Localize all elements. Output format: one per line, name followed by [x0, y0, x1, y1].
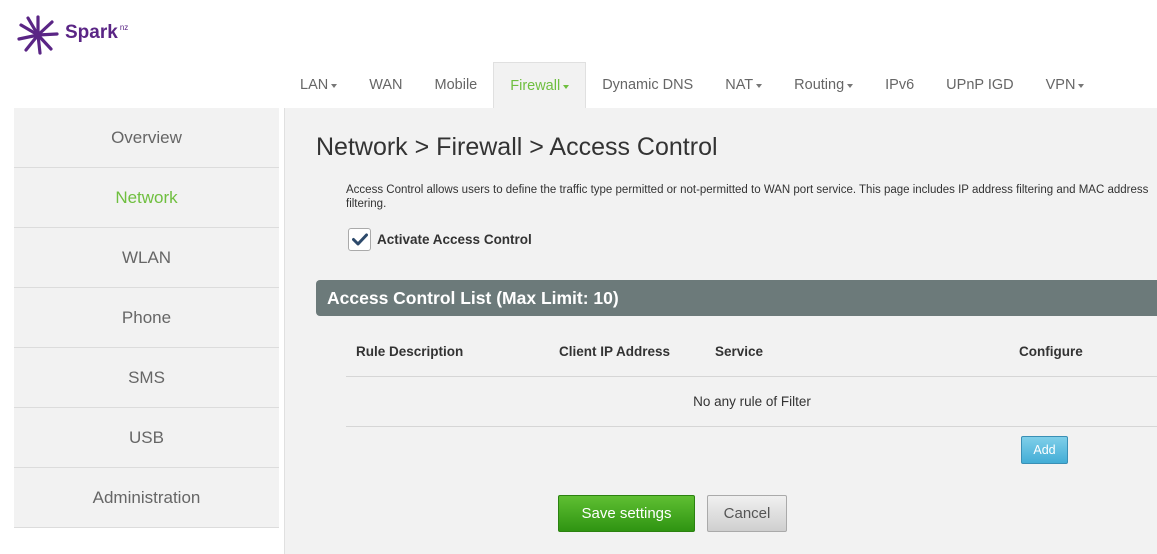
tab-lan[interactable]: LAN [284, 62, 353, 108]
tab-vpn[interactable]: VPN [1030, 62, 1101, 108]
column-rule-description: Rule Description [356, 344, 464, 359]
tab-label: Dynamic DNS [602, 77, 694, 93]
tab-routing[interactable]: Routing [778, 62, 869, 108]
caret-down-icon [331, 84, 338, 88]
checkmark-icon [351, 233, 368, 246]
cancel-button[interactable]: Cancel [707, 495, 787, 532]
tab-label: Mobile [434, 77, 478, 93]
main-panel: Network > Firewall > Access Control Acce… [284, 108, 1157, 554]
sidebar-item-usb[interactable]: USB [14, 408, 279, 468]
sidebar-item-administration[interactable]: Administration [14, 468, 279, 528]
save-settings-button[interactable]: Save settings [558, 495, 695, 532]
page-description: Access Control allows users to define th… [346, 184, 1149, 210]
tab-label: Firewall [510, 77, 561, 94]
table-header: Rule Description Client IP Address Servi… [346, 333, 1157, 377]
empty-table-message: No any rule of Filter [346, 377, 1157, 427]
sidebar: Overview Network WLAN Phone SMS USB Admi… [14, 108, 279, 528]
tab-label: LAN [300, 77, 329, 93]
tab-label: Routing [794, 77, 845, 93]
column-configure: Configure [1019, 344, 1083, 359]
tab-label: NAT [725, 77, 754, 93]
tab-label: WAN [369, 77, 403, 93]
caret-down-icon [756, 84, 763, 88]
sidebar-item-wlan[interactable]: WLAN [14, 228, 279, 288]
tab-upnp-igd[interactable]: UPnP IGD [930, 62, 1029, 108]
activate-checkbox[interactable] [348, 228, 371, 251]
sidebar-item-overview[interactable]: Overview [14, 108, 279, 168]
tab-nat[interactable]: NAT [709, 62, 778, 108]
tab-label: VPN [1045, 77, 1076, 93]
add-rule-button[interactable]: Add [1021, 436, 1068, 464]
tab-label: UPnP IGD [946, 77, 1014, 93]
tab-ipv6[interactable]: IPv6 [869, 62, 930, 108]
tab-firewall[interactable]: Firewall [493, 62, 587, 108]
sidebar-item-sms[interactable]: SMS [14, 348, 279, 408]
activate-access-control: Activate Access Control [348, 228, 532, 251]
access-control-table: Rule Description Client IP Address Servi… [346, 333, 1157, 427]
brand-suffix: nz [119, 22, 129, 32]
tab-wan[interactable]: WAN [353, 62, 418, 108]
sidebar-item-phone[interactable]: Phone [14, 288, 279, 348]
activate-label: Activate Access Control [377, 232, 532, 247]
top-navigation: LAN WAN Mobile Firewall Dynamic DNS NAT … [284, 62, 1157, 108]
tab-label: IPv6 [885, 77, 915, 93]
access-control-list-header: Access Control List (Max Limit: 10) [316, 280, 1157, 316]
spark-logo[interactable]: Spark nz [16, 14, 128, 56]
tab-mobile[interactable]: Mobile [419, 62, 494, 108]
caret-down-icon [1078, 84, 1085, 88]
tab-dynamic-dns[interactable]: Dynamic DNS [586, 62, 709, 108]
caret-down-icon [563, 84, 570, 89]
sidebar-item-network[interactable]: Network [14, 168, 279, 228]
column-service: Service [715, 344, 764, 359]
column-client-ip-address: Client IP Address [559, 344, 671, 359]
spark-star-icon [17, 15, 59, 55]
brand-name: Spark [65, 22, 118, 43]
page-title: Network > Firewall > Access Control [316, 133, 718, 161]
caret-down-icon [847, 84, 854, 88]
